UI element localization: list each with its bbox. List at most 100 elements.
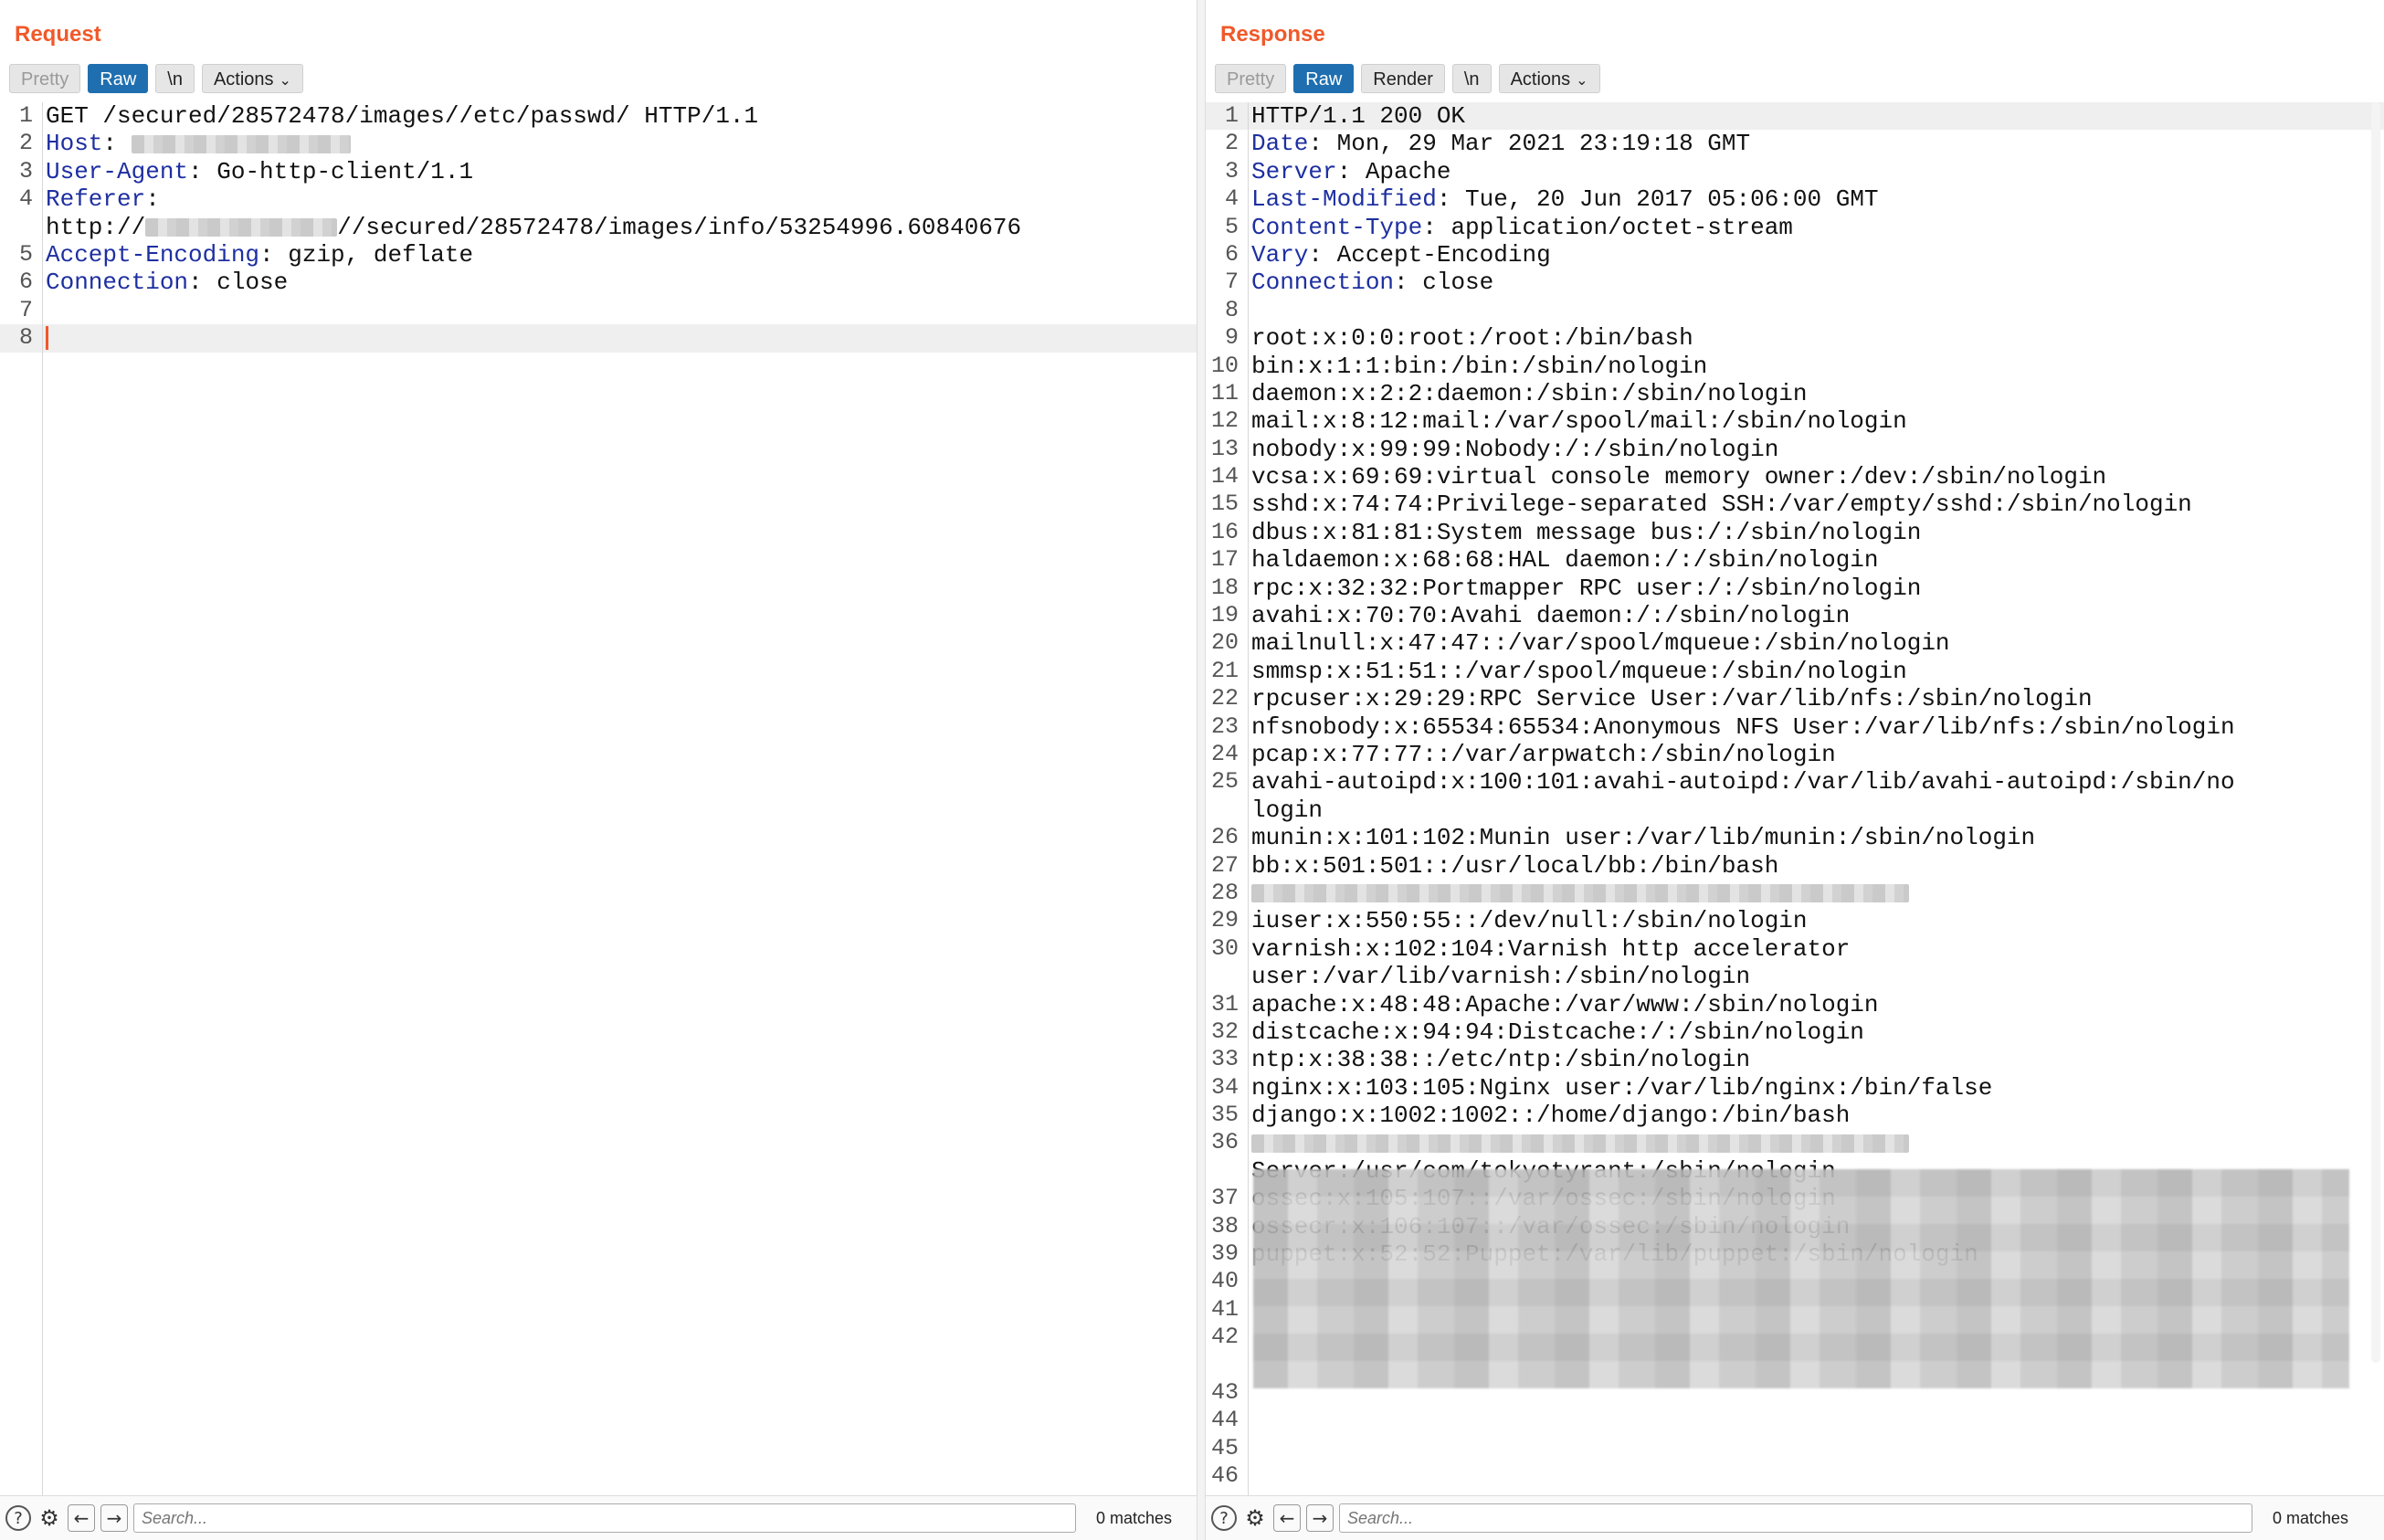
request-editor[interactable]: 1 GET /secured/28572478/images//etc/passw… bbox=[0, 102, 1197, 1496]
header-name: Date bbox=[1251, 130, 1309, 158]
code-line: login bbox=[1206, 796, 2384, 824]
line-number: 2 bbox=[1224, 130, 1239, 157]
header-name: Content-Type bbox=[1251, 213, 1423, 241]
line-number: 21 bbox=[1210, 657, 1239, 684]
line-text: User-Agent: Go-http-client/1.1 bbox=[46, 158, 473, 185]
next-match-arrow-icon[interactable]: → bbox=[100, 1504, 128, 1532]
line-text: Date: Mon, 29 Mar 2021 23:19:18 GMT bbox=[1251, 130, 1750, 157]
line-number: 2 bbox=[18, 130, 33, 157]
raw-tab[interactable]: Raw bbox=[1293, 64, 1355, 93]
line-number: 25 bbox=[1210, 768, 1239, 796]
line-number: 4 bbox=[1224, 185, 1239, 213]
line-content: rpc:x:32:32:Portmapper RPC user:/:/sbin/… bbox=[1251, 574, 1922, 602]
redacted-line bbox=[1251, 884, 1909, 903]
line-number: 29 bbox=[1210, 907, 1239, 934]
render-tab[interactable]: Render bbox=[1361, 64, 1445, 93]
line-number: 22 bbox=[1210, 685, 1239, 712]
line-text: dbus:x:81:81:System message bus:/:/sbin/… bbox=[1251, 519, 1921, 546]
actions-dropdown[interactable]: Actions ⌄ bbox=[201, 64, 303, 93]
line-number: 27 bbox=[1210, 851, 1239, 879]
pretty-tab[interactable]: Pretty bbox=[1215, 64, 1287, 93]
line-text: Host: bbox=[46, 130, 351, 157]
code-line: 4 Last-Modified: Tue, 20 Jun 2017 05:06:0… bbox=[1206, 185, 2384, 213]
vertical-scrollbar[interactable] bbox=[2371, 102, 2380, 1363]
response-search-input[interactable] bbox=[1339, 1503, 2252, 1533]
line-content: ntp:x:38:38::/etc/ntp:/sbin/nologin bbox=[1251, 1046, 1751, 1074]
next-match-arrow-icon[interactable]: → bbox=[1306, 1504, 1334, 1532]
line-number: 37 bbox=[1210, 1185, 1239, 1212]
line-text: mailnull:x:47:47::/var/spool/mqueue:/sbi… bbox=[1251, 629, 1950, 657]
line-text bbox=[1251, 880, 1909, 907]
previous-match-arrow-icon[interactable]: ← bbox=[68, 1504, 95, 1532]
code-line: 10 bin:x:1:1:bin:/bin:/sbin/nologin bbox=[1206, 353, 2384, 380]
pretty-tab[interactable]: Pretty bbox=[9, 64, 81, 93]
line-content: varnish:x:102:104:Varnish http accelerat… bbox=[1251, 934, 1851, 963]
line-text: vcsa:x:69:69:virtual console memory owne… bbox=[1251, 463, 2106, 490]
request-search-input[interactable] bbox=[133, 1503, 1076, 1533]
line-number: 41 bbox=[1210, 1295, 1239, 1323]
line-text: nginx:x:103:105:Nginx user:/var/lib/ngin… bbox=[1251, 1074, 1992, 1102]
line-content: haldaemon:x:68:68:HAL daemon:/:/sbin/nol… bbox=[1251, 546, 1879, 575]
header-name: Vary bbox=[1251, 240, 1309, 269]
raw-tab[interactable]: Raw bbox=[88, 64, 149, 93]
code-line: 8 bbox=[0, 324, 1197, 353]
line-number: 17 bbox=[1210, 546, 1239, 574]
gear-icon[interactable]: ⚙ bbox=[37, 1505, 62, 1531]
line-text: Referer: bbox=[46, 185, 160, 213]
request-footer: ? ⚙ ← → 0 matches bbox=[0, 1495, 1197, 1540]
actions-label: Actions bbox=[213, 69, 274, 90]
line-text bbox=[1251, 1129, 1909, 1156]
line-content: iuser:x:550:55::/dev/null:/sbin/nologin bbox=[1251, 907, 1808, 935]
code-line: 31 apache:x:48:48:Apache:/var/www:/sbin/n… bbox=[1206, 991, 2384, 1018]
code-line: 46 bbox=[1206, 1462, 2384, 1490]
header-name: Accept-Encoding bbox=[46, 240, 260, 269]
response-match-count: 0 matches bbox=[2273, 1508, 2349, 1527]
help-icon[interactable]: ? bbox=[5, 1505, 31, 1531]
actions-dropdown[interactable]: Actions ⌄ bbox=[1498, 64, 1600, 93]
code-line: 20 mailnull:x:47:47::/var/spool/mqueue:/s… bbox=[1206, 629, 2384, 657]
code-line: 36 bbox=[1206, 1129, 2384, 1156]
line-number: 42 bbox=[1210, 1324, 1239, 1351]
line-content: http:// bbox=[46, 213, 146, 241]
header-name: Referer bbox=[46, 185, 146, 214]
line-number: 6 bbox=[18, 269, 33, 296]
line-content: dbus:x:81:81:System message bus:/:/sbin/… bbox=[1251, 518, 1922, 546]
code-line: 30 varnish:x:102:104:Varnish http acceler… bbox=[1206, 935, 2384, 963]
line-text: Accept-Encoding: gzip, deflate bbox=[46, 241, 473, 269]
line-number: 1 bbox=[18, 102, 33, 129]
line-text: Content-Type: application/octet-stream bbox=[1251, 214, 1793, 241]
header-name: Last-Modified bbox=[1251, 185, 1437, 214]
line-text: rpc:x:32:32:Portmapper RPC user:/:/sbin/… bbox=[1251, 575, 1921, 602]
gear-icon[interactable]: ⚙ bbox=[1242, 1505, 1268, 1531]
newline-toggle[interactable]: \n bbox=[155, 64, 195, 93]
text-cursor bbox=[46, 326, 48, 351]
code-line: 33 ntp:x:38:38::/etc/ntp:/sbin/nologin bbox=[1206, 1046, 2384, 1073]
previous-match-arrow-icon[interactable]: ← bbox=[1273, 1504, 1301, 1532]
line-content: : close bbox=[188, 269, 289, 297]
code-line: 3 Server: Apache bbox=[1206, 158, 2384, 185]
line-number: 3 bbox=[18, 157, 33, 185]
line-number: 33 bbox=[1210, 1046, 1239, 1073]
line-text: ntp:x:38:38::/etc/ntp:/sbin/nologin bbox=[1251, 1046, 1750, 1073]
line-content: user:/var/lib/varnish:/sbin/nologin bbox=[1251, 963, 1751, 991]
line-text: root:x:0:0:root:/root:/bin/bash bbox=[1251, 324, 1693, 352]
newline-toggle[interactable]: \n bbox=[1451, 64, 1492, 93]
line-content: : Accept-Encoding bbox=[1308, 240, 1551, 269]
line-number: 40 bbox=[1210, 1268, 1239, 1295]
help-icon[interactable]: ? bbox=[1211, 1505, 1237, 1531]
line-number bbox=[1206, 963, 1239, 990]
line-content: pcap:x:77:77::/var/arpwatch:/sbin/nologi… bbox=[1251, 740, 1836, 768]
code-line: 35 django:x:1002:1002::/home/django:/bin/… bbox=[1206, 1102, 2384, 1129]
line-text: avahi-autoipd:x:100:101:avahi-autoipd:/v… bbox=[1251, 768, 2235, 796]
line-number: 35 bbox=[1210, 1102, 1239, 1129]
line-number: 15 bbox=[1210, 490, 1239, 518]
line-number: 5 bbox=[1224, 213, 1239, 240]
header-name: Server bbox=[1251, 157, 1337, 185]
code-line: 21 smmsp:x:51:51::/var/spool/mqueue:/sbin… bbox=[1206, 658, 2384, 685]
code-line: 6 Vary: Accept-Encoding bbox=[1206, 241, 2384, 269]
line-text: smmsp:x:51:51::/var/spool/mqueue:/sbin/n… bbox=[1251, 658, 1907, 685]
line-content: rpcuser:x:29:29:RPC Service User:/var/li… bbox=[1251, 685, 2093, 713]
code-line: 23 nfsnobody:x:65534:65534:Anonymous NFS … bbox=[1206, 713, 2384, 741]
code-line: 9 root:x:0:0:root:/root:/bin/bash bbox=[1206, 324, 2384, 352]
line-text: nobody:x:99:99:Nobody:/:/sbin/nologin bbox=[1251, 436, 1778, 463]
